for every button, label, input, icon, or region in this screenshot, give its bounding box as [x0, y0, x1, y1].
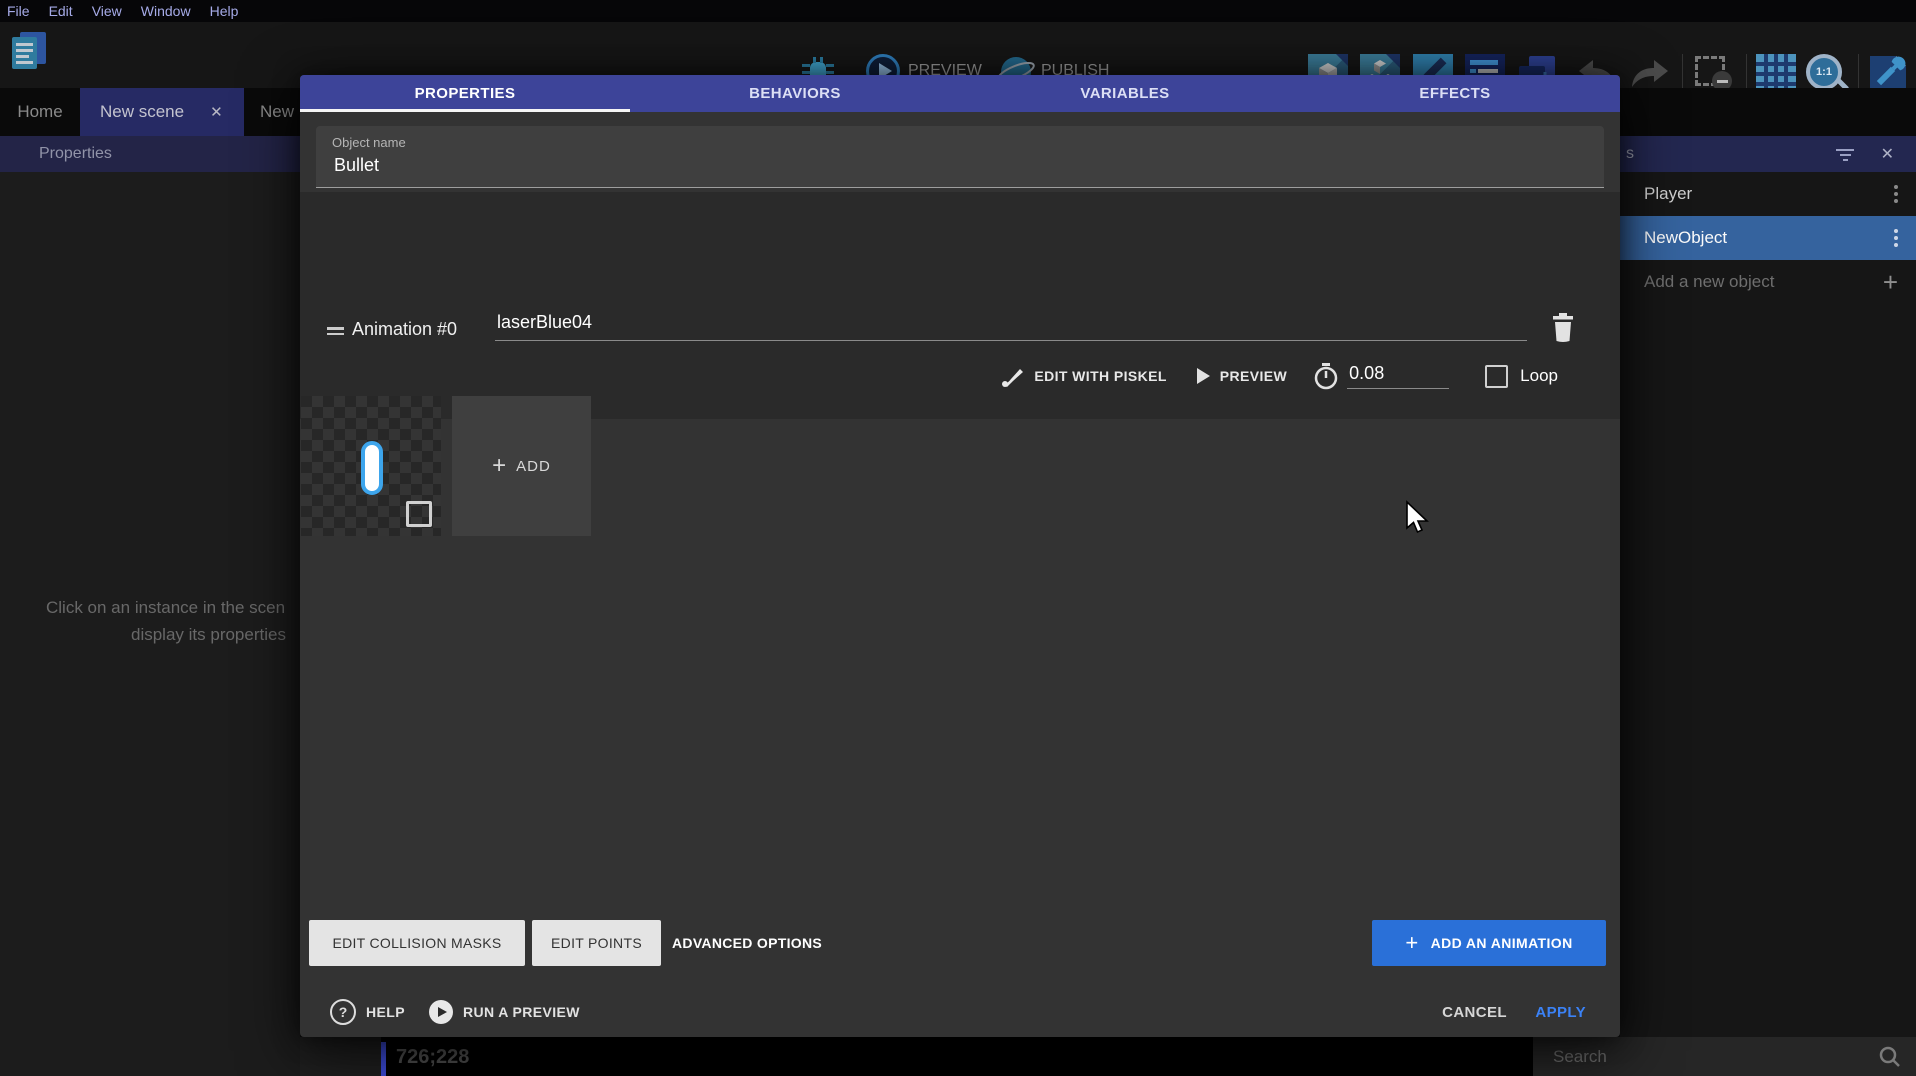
- toolbar-separator: [1746, 54, 1747, 92]
- play-icon: [1197, 368, 1210, 384]
- edit-points-button[interactable]: EDIT POINTS: [532, 920, 661, 966]
- plus-icon: +: [492, 452, 506, 480]
- objects-panel: s ✕ Player NewObject Add a new object +: [1620, 136, 1916, 1037]
- animation-title: Animation #0: [352, 319, 457, 340]
- tab-effects[interactable]: EFFECTS: [1290, 75, 1620, 112]
- animation-preview-button[interactable]: PREVIEW: [1220, 368, 1287, 384]
- stopwatch-icon: [1313, 362, 1339, 390]
- remove-mask-icon[interactable]: [1695, 56, 1725, 86]
- loop-label: Loop: [1520, 366, 1558, 386]
- menu-window[interactable]: Window: [141, 3, 191, 19]
- tab-new-scene[interactable]: New scene ✕: [80, 88, 244, 136]
- run-preview-icon[interactable]: [429, 1000, 453, 1024]
- redo-icon[interactable]: [1628, 58, 1670, 88]
- zoom-1-1-icon[interactable]: 1:1: [1806, 54, 1842, 90]
- search-icon: [1878, 1045, 1902, 1069]
- help-button[interactable]: HELP: [366, 1004, 405, 1020]
- cancel-button[interactable]: CANCEL: [1442, 1004, 1507, 1021]
- tab-home[interactable]: Home: [0, 88, 80, 136]
- animation-name-input[interactable]: [495, 308, 1527, 341]
- menu-file[interactable]: File: [7, 3, 30, 19]
- brush-icon: [1001, 364, 1025, 388]
- close-tab-icon[interactable]: ✕: [210, 103, 223, 121]
- filter-icon[interactable]: [1836, 146, 1854, 164]
- object-row-newobject[interactable]: NewObject: [1620, 216, 1916, 260]
- edit-collision-masks-button[interactable]: EDIT COLLISION MASKS: [309, 920, 525, 966]
- tab-properties[interactable]: PROPERTIES: [300, 75, 630, 112]
- object-name-field[interactable]: Object name: [316, 126, 1604, 188]
- animation-tools-row: EDIT WITH PISKEL PREVIEW Loop: [1001, 360, 1558, 392]
- kebab-menu-icon[interactable]: [1894, 229, 1898, 247]
- menu-help[interactable]: Help: [210, 3, 239, 19]
- run-a-preview-button[interactable]: RUN A PREVIEW: [463, 1004, 580, 1020]
- dialog-footer: ? HELP RUN A PREVIEW CANCEL APPLY: [300, 987, 1620, 1037]
- properties-panel-header: Properties: [0, 136, 300, 172]
- add-an-animation-button[interactable]: + ADD AN ANIMATION: [1372, 920, 1606, 966]
- close-panel-icon[interactable]: ✕: [1881, 144, 1894, 164]
- search-input[interactable]: [1533, 1046, 1878, 1068]
- dialog-button-row: EDIT COLLISION MASKS EDIT POINTS ADVANCE…: [300, 920, 1620, 966]
- add-new-object-row[interactable]: Add a new object +: [1620, 260, 1916, 304]
- cursor-coordinates: 726;228: [396, 1046, 469, 1069]
- scene-status-bar: 726;228: [300, 1037, 1533, 1076]
- animation-block: Animation #0 EDIT WITH PISKEL PREVIEW: [300, 192, 1620, 419]
- object-editor-dialog: PROPERTIES BEHAVIORS VARIABLES EFFECTS O…: [300, 75, 1620, 1037]
- toolbar-separator: [1682, 54, 1683, 92]
- add-frame-button[interactable]: + ADD: [452, 396, 591, 536]
- object-name-input[interactable]: [332, 154, 1586, 177]
- delete-animation-icon[interactable]: [1550, 312, 1576, 342]
- plus-icon: +: [1405, 930, 1418, 956]
- menu-bar: File Edit View Window Help: [0, 0, 1916, 22]
- drag-handle-icon[interactable]: [327, 324, 344, 338]
- apply-button[interactable]: APPLY: [1535, 1004, 1586, 1021]
- plus-icon: +: [1883, 272, 1898, 292]
- objects-search-bar: [1533, 1037, 1916, 1076]
- object-row-player[interactable]: Player: [1620, 172, 1916, 216]
- project-manager-icon[interactable]: [8, 30, 50, 74]
- status-bar-accent: [381, 1042, 386, 1076]
- tab-behaviors[interactable]: BEHAVIORS: [630, 75, 960, 112]
- frame-thumbnail[interactable]: [301, 396, 441, 536]
- time-between-frames-input[interactable]: [1347, 363, 1449, 389]
- object-name-label: Object name: [332, 135, 406, 150]
- laser-bullet-sprite: [361, 441, 383, 495]
- properties-panel: Click on an instance in the scen display…: [0, 172, 300, 1076]
- loop-checkbox[interactable]: [1485, 365, 1508, 388]
- dialog-tab-bar: PROPERTIES BEHAVIORS VARIABLES EFFECTS: [300, 75, 1620, 112]
- frame-select-checkbox[interactable]: [406, 501, 432, 527]
- empty-properties-message-line1: Click on an instance in the scen: [46, 598, 285, 618]
- toolbar-separator: [1858, 54, 1859, 92]
- help-icon[interactable]: ?: [330, 999, 356, 1025]
- tab-variables[interactable]: VARIABLES: [960, 75, 1290, 112]
- kebab-menu-icon[interactable]: [1894, 185, 1898, 203]
- objects-panel-header: s ✕: [1620, 136, 1916, 172]
- advanced-options-button[interactable]: ADVANCED OPTIONS: [672, 920, 822, 966]
- mouse-cursor: [1403, 500, 1431, 536]
- empty-properties-message-line2: display its properties: [131, 625, 286, 645]
- menu-edit[interactable]: Edit: [49, 3, 73, 19]
- menu-view[interactable]: View: [92, 3, 122, 19]
- edit-with-piskel-button[interactable]: EDIT WITH PISKEL: [1034, 368, 1166, 384]
- status-bar-cap: [300, 1037, 381, 1076]
